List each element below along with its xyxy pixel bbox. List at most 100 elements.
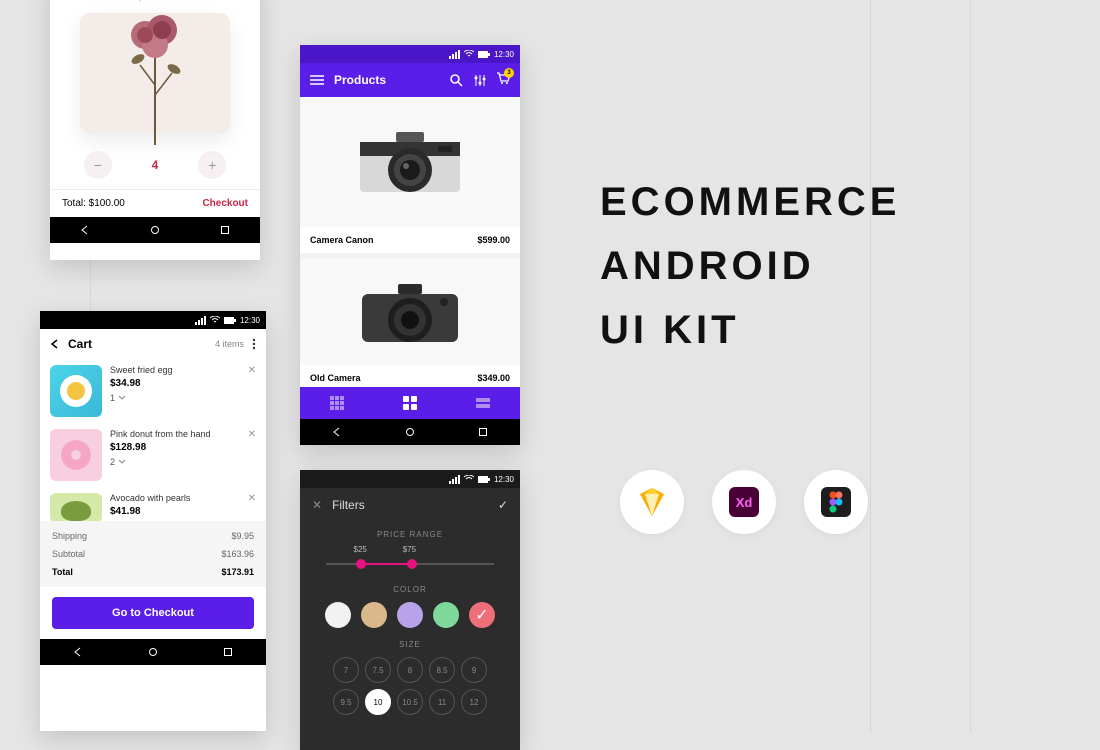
- close-icon[interactable]: ✕: [312, 498, 322, 512]
- hero-title: ECOMMERCEANDROIDUI KIT: [600, 170, 900, 362]
- color-swatch[interactable]: [397, 602, 423, 628]
- item-thumb: [50, 493, 102, 521]
- size-option[interactable]: 8: [397, 657, 423, 683]
- item-qty[interactable]: 1: [110, 393, 256, 403]
- remove-item-icon[interactable]: ✕: [248, 365, 256, 376]
- price-slider[interactable]: $25$75: [326, 549, 494, 573]
- nav-home-icon[interactable]: [148, 647, 158, 657]
- cart-item[interactable]: Pink donut from the hand $128.98 2 ✕: [40, 423, 266, 487]
- cart-badge: 3: [504, 68, 514, 78]
- qty-minus-button[interactable]: −: [84, 151, 112, 179]
- products-title: Products: [334, 73, 386, 87]
- item-thumb: [50, 365, 102, 417]
- size-options: 77.588.59 9.51010.51112: [300, 653, 520, 719]
- item-name: Pink donut from the hand: [110, 429, 256, 440]
- color-swatch[interactable]: [325, 602, 351, 628]
- cart-count: 4 items: [215, 339, 244, 349]
- color-swatches: ✓: [300, 598, 520, 632]
- total-label: Total: $100.00: [62, 198, 125, 209]
- product-name: Camera Canon: [310, 235, 374, 245]
- price-section-label: PRICE RANGE: [300, 522, 520, 543]
- camera-image: [350, 272, 470, 352]
- item-qty[interactable]: 2: [110, 457, 256, 467]
- signal-icon: [195, 316, 206, 325]
- xd-app-icon: Xd: [712, 470, 776, 534]
- size-option[interactable]: 7: [333, 657, 359, 683]
- size-option[interactable]: 9.5: [333, 689, 359, 715]
- size-section-label: SIZE: [300, 632, 520, 653]
- list-icon[interactable]: [476, 396, 490, 410]
- size-option[interactable]: 11: [429, 689, 455, 715]
- battery-icon: [478, 51, 490, 58]
- product-price: $349.00: [477, 373, 510, 383]
- cart-icon[interactable]: 3: [496, 72, 510, 88]
- product-price: $599.00: [477, 235, 510, 245]
- phone-filters: 12:30 ✕ Filters ✓ PRICE RANGE $25$75 COL…: [300, 470, 520, 750]
- status-time: 12:30: [494, 50, 514, 59]
- qty-value: 4: [152, 158, 159, 172]
- menu-icon[interactable]: [310, 74, 324, 86]
- grid3-icon[interactable]: [330, 396, 344, 410]
- remove-item-icon[interactable]: ✕: [248, 429, 256, 440]
- status-time: 12:30: [494, 475, 514, 484]
- checkout-link[interactable]: Checkout: [202, 198, 248, 209]
- nav-back-icon[interactable]: [332, 427, 342, 437]
- chevron-down-icon: [118, 459, 126, 464]
- filters-title: Filters: [332, 498, 365, 512]
- total-value: $173.91: [221, 567, 254, 577]
- subtotal-label: Subtotal: [52, 549, 85, 559]
- nav-back-icon[interactable]: [80, 225, 90, 235]
- color-swatch[interactable]: [361, 602, 387, 628]
- cart-item[interactable]: Sweet fried egg $34.98 1 ✕: [40, 359, 266, 423]
- phone-product-detail: Discover special occasions $25.00 − 4 + …: [50, 0, 260, 260]
- wifi-icon: [464, 475, 474, 483]
- apply-icon[interactable]: ✓: [498, 498, 508, 512]
- rose-image: [110, 0, 200, 145]
- size-option[interactable]: 7.5: [365, 657, 391, 683]
- qty-plus-button[interactable]: +: [198, 151, 226, 179]
- shipping-value: $9.95: [231, 531, 254, 541]
- signal-icon: [449, 475, 460, 484]
- app-icons: Xd: [620, 470, 868, 534]
- checkout-button[interactable]: Go to Checkout: [52, 597, 254, 629]
- signal-icon: [449, 50, 460, 59]
- product-name: Old Camera: [310, 373, 361, 383]
- size-option[interactable]: 9: [461, 657, 487, 683]
- total-label: Total: [52, 567, 73, 577]
- shipping-label: Shipping: [52, 531, 87, 541]
- size-option[interactable]: 10: [365, 689, 391, 715]
- color-swatch[interactable]: [433, 602, 459, 628]
- back-icon[interactable]: [50, 339, 60, 349]
- status-time: 12:30: [240, 316, 260, 325]
- size-option[interactable]: 10.5: [397, 689, 423, 715]
- nav-home-icon[interactable]: [150, 225, 160, 235]
- product-image-card: [80, 13, 230, 133]
- figma-app-icon: [804, 470, 868, 534]
- product-card[interactable]: Camera Canon $599.00: [300, 97, 520, 253]
- nav-home-icon[interactable]: [405, 427, 415, 437]
- wifi-icon: [464, 50, 474, 58]
- item-price: $34.98: [110, 378, 256, 389]
- nav-recent-icon[interactable]: [220, 225, 230, 235]
- cart-item[interactable]: Avocado with pearls $41.98 ✕: [40, 487, 266, 521]
- sketch-app-icon: [620, 470, 684, 534]
- nav-recent-icon[interactable]: [223, 647, 233, 657]
- subtotal-value: $163.96: [221, 549, 254, 559]
- grid2-icon[interactable]: [403, 396, 417, 410]
- product-card[interactable]: Old Camera $349.00: [300, 259, 520, 387]
- filter-icon[interactable]: [473, 74, 486, 87]
- phone-products: 12:30 Products 3: [300, 45, 520, 445]
- size-option[interactable]: 8.5: [429, 657, 455, 683]
- item-name: Sweet fried egg: [110, 365, 256, 376]
- search-icon[interactable]: [450, 74, 463, 87]
- nav-back-icon[interactable]: [73, 647, 83, 657]
- camera-image: [350, 122, 470, 202]
- nav-recent-icon[interactable]: [478, 427, 488, 437]
- remove-item-icon[interactable]: ✕: [248, 493, 256, 504]
- size-option[interactable]: 12: [461, 689, 487, 715]
- more-icon[interactable]: [252, 338, 256, 350]
- item-price: $41.98: [110, 506, 256, 517]
- color-swatch-selected[interactable]: ✓: [469, 602, 495, 628]
- battery-icon: [224, 317, 236, 324]
- item-price: $128.98: [110, 442, 256, 453]
